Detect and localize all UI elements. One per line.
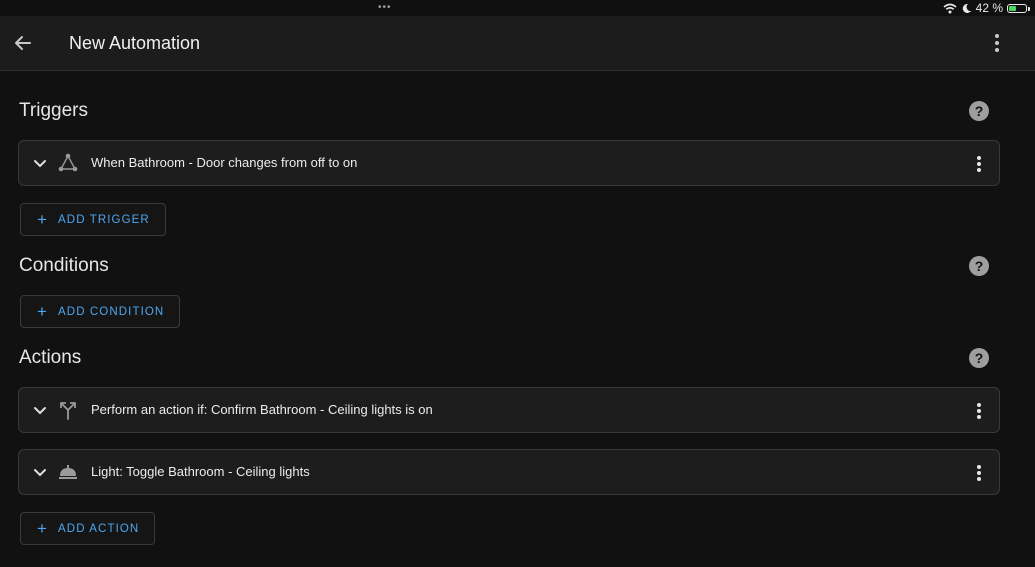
actions-help-icon[interactable]: ? (969, 348, 989, 368)
plus-icon: + (37, 210, 49, 229)
action-card[interactable]: Light: Toggle Bathroom - Ceiling lights (18, 449, 1000, 495)
app-bar: New Automation (0, 16, 1035, 71)
battery-percentage: 42 % (975, 1, 1003, 15)
wifi-icon (943, 3, 957, 13)
add-condition-label: ADD CONDITION (58, 305, 165, 318)
triggers-heading: Triggers (19, 100, 88, 121)
chevron-down-icon[interactable] (31, 154, 49, 172)
state-trigger-icon (58, 153, 78, 172)
action-label: Perform an action if: Confirm Bathroom -… (91, 402, 433, 417)
conditions-help-icon[interactable]: ? (969, 256, 989, 276)
triggers-help-icon[interactable]: ? (969, 101, 989, 121)
light-service-icon (59, 465, 77, 479)
chevron-down-icon[interactable] (31, 401, 49, 419)
moon-icon (962, 3, 971, 13)
add-action-label: ADD ACTION (58, 522, 140, 535)
action-card[interactable]: Perform an action if: Confirm Bathroom -… (18, 387, 1000, 433)
page-title: New Automation (69, 33, 201, 53)
overflow-menu-icon[interactable] (984, 30, 1010, 56)
multitasking-dots[interactable]: ••• (378, 2, 392, 13)
trigger-menu-icon[interactable] (969, 153, 989, 175)
back-arrow-icon[interactable] (10, 30, 36, 56)
add-trigger-button[interactable]: + ADD TRIGGER (20, 203, 166, 236)
action-menu-icon[interactable] (969, 400, 989, 422)
trigger-label: When Bathroom - Door changes from off to… (91, 155, 358, 170)
trigger-card[interactable]: When Bathroom - Door changes from off to… (18, 140, 1000, 186)
plus-icon: + (37, 302, 49, 321)
chevron-down-icon[interactable] (31, 463, 49, 481)
plus-icon: + (37, 519, 49, 538)
action-label: Light: Toggle Bathroom - Ceiling lights (91, 464, 310, 479)
action-menu-icon[interactable] (969, 462, 989, 484)
status-bar: ••• 42 % (0, 0, 1035, 16)
add-trigger-label: ADD TRIGGER (58, 213, 150, 226)
battery-icon (1007, 3, 1030, 13)
status-indicators: 42 % (943, 1, 1030, 15)
choose-branch-icon (60, 402, 76, 420)
add-condition-button[interactable]: + ADD CONDITION (20, 295, 181, 328)
actions-heading: Actions (19, 347, 82, 368)
conditions-heading: Conditions (19, 255, 109, 276)
add-action-button[interactable]: + ADD ACTION (20, 512, 156, 545)
